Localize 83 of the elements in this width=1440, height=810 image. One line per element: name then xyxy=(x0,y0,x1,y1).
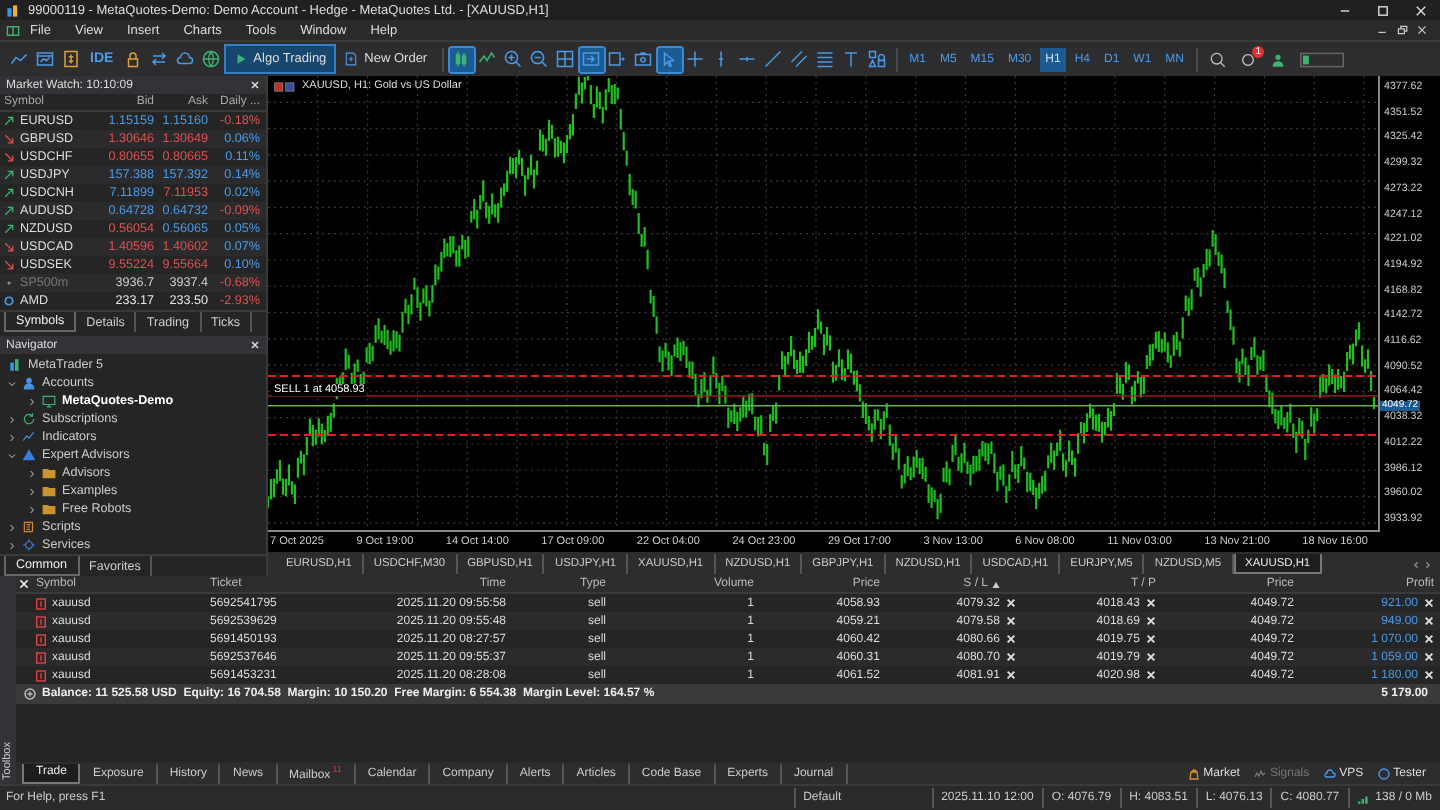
trend-down-icon xyxy=(4,242,14,252)
remove-icon[interactable] xyxy=(1146,616,1156,626)
crosshair-icon[interactable] xyxy=(683,47,708,71)
chevron-right-icon[interactable] xyxy=(28,397,36,405)
remove-icon[interactable] xyxy=(1424,616,1434,626)
play-icon xyxy=(233,52,248,66)
chevron-right-icon[interactable] xyxy=(8,415,16,423)
parallel-lines-icon[interactable] xyxy=(787,47,812,71)
menu-grid-icon[interactable] xyxy=(6,23,20,37)
close-icon[interactable] xyxy=(250,80,260,90)
trend-up-icon xyxy=(4,170,14,180)
sell-order-icon xyxy=(36,597,46,609)
remove-icon[interactable] xyxy=(1006,598,1016,608)
expand-icon[interactable] xyxy=(24,688,36,700)
candlestick-icon[interactable] xyxy=(449,47,474,71)
connection-bar-icon xyxy=(1300,51,1344,67)
trend-down-icon xyxy=(4,152,14,162)
remove-icon[interactable] xyxy=(1424,634,1434,644)
zoom-out-icon[interactable] xyxy=(527,47,552,71)
trend-up-icon xyxy=(4,224,14,234)
script-icon xyxy=(22,520,36,534)
chevron-right-icon[interactable] xyxy=(28,487,36,495)
remove-icon[interactable] xyxy=(1006,634,1016,644)
arrows-icon[interactable] xyxy=(147,47,172,71)
sell-order-icon xyxy=(36,651,46,663)
trend-down-icon xyxy=(4,260,14,270)
remove-icon[interactable] xyxy=(1424,670,1434,680)
close-icon[interactable] xyxy=(1416,24,1428,36)
globe-icon[interactable] xyxy=(199,47,224,71)
monitor-icon xyxy=(42,394,56,408)
remove-icon[interactable] xyxy=(1146,652,1156,662)
refresh-icon xyxy=(22,412,36,426)
chevron-right-icon[interactable] xyxy=(28,469,36,477)
trend-up-icon xyxy=(4,188,14,198)
chevron-right-icon[interactable] xyxy=(28,505,36,513)
remove-icon[interactable] xyxy=(1146,598,1156,608)
chevron-down-icon[interactable] xyxy=(8,451,16,459)
sell-order-icon xyxy=(36,633,46,645)
remove-icon[interactable] xyxy=(1006,670,1016,680)
chart-buttons-icon[interactable] xyxy=(274,81,296,91)
shapes-icon[interactable] xyxy=(865,47,890,71)
document-plus-icon xyxy=(344,52,359,66)
remove-icon[interactable] xyxy=(1424,652,1434,662)
zoom-in-icon[interactable] xyxy=(501,47,526,71)
bag-icon[interactable] xyxy=(1187,767,1200,779)
chart-line-icon xyxy=(22,430,36,444)
close-icon[interactable] xyxy=(18,578,30,590)
signal-wave-icon[interactable] xyxy=(1253,767,1266,779)
maximize-icon[interactable] xyxy=(1376,3,1390,17)
chevron-right-icon[interactable] xyxy=(8,433,16,441)
person-icon xyxy=(22,376,36,390)
sort-ascending-icon xyxy=(992,581,1000,587)
trend-line-icon[interactable] xyxy=(761,47,786,71)
chevron-right-icon[interactable] xyxy=(8,523,16,531)
search-icon[interactable] xyxy=(1210,51,1226,67)
stacked-lines-icon[interactable] xyxy=(813,47,838,71)
sell-order-icon xyxy=(36,669,46,681)
app-logo-icon xyxy=(8,358,22,372)
signal-bars-icon xyxy=(1357,793,1370,803)
remove-icon[interactable] xyxy=(1006,616,1016,626)
notification-icon[interactable] xyxy=(1240,51,1256,67)
grid-icon[interactable] xyxy=(553,47,578,71)
close-icon[interactable] xyxy=(1414,3,1428,17)
chart-window-icon[interactable] xyxy=(32,47,56,71)
dot-icon xyxy=(4,278,14,288)
user-icon[interactable] xyxy=(1270,51,1286,67)
trend-up-icon xyxy=(4,116,14,126)
cloud-icon[interactable] xyxy=(1323,767,1336,779)
restore-icon[interactable] xyxy=(1396,24,1408,36)
close-icon[interactable] xyxy=(250,340,260,350)
remove-icon[interactable] xyxy=(1424,598,1434,608)
remove-icon[interactable] xyxy=(1146,634,1156,644)
trend-up-icon xyxy=(4,206,14,216)
chart-shift-icon[interactable] xyxy=(605,47,630,71)
remove-icon[interactable] xyxy=(1146,670,1156,680)
chevron-right-icon[interactable] xyxy=(8,541,16,549)
trend-down-icon xyxy=(4,134,14,144)
sell-order-icon xyxy=(36,615,46,627)
chevron-down-icon[interactable] xyxy=(8,379,16,387)
camera-icon[interactable] xyxy=(631,47,656,71)
remove-icon[interactable] xyxy=(1006,652,1016,662)
scroll-arrows-icon[interactable] xyxy=(1412,559,1432,569)
app-logo-icon xyxy=(6,3,20,17)
